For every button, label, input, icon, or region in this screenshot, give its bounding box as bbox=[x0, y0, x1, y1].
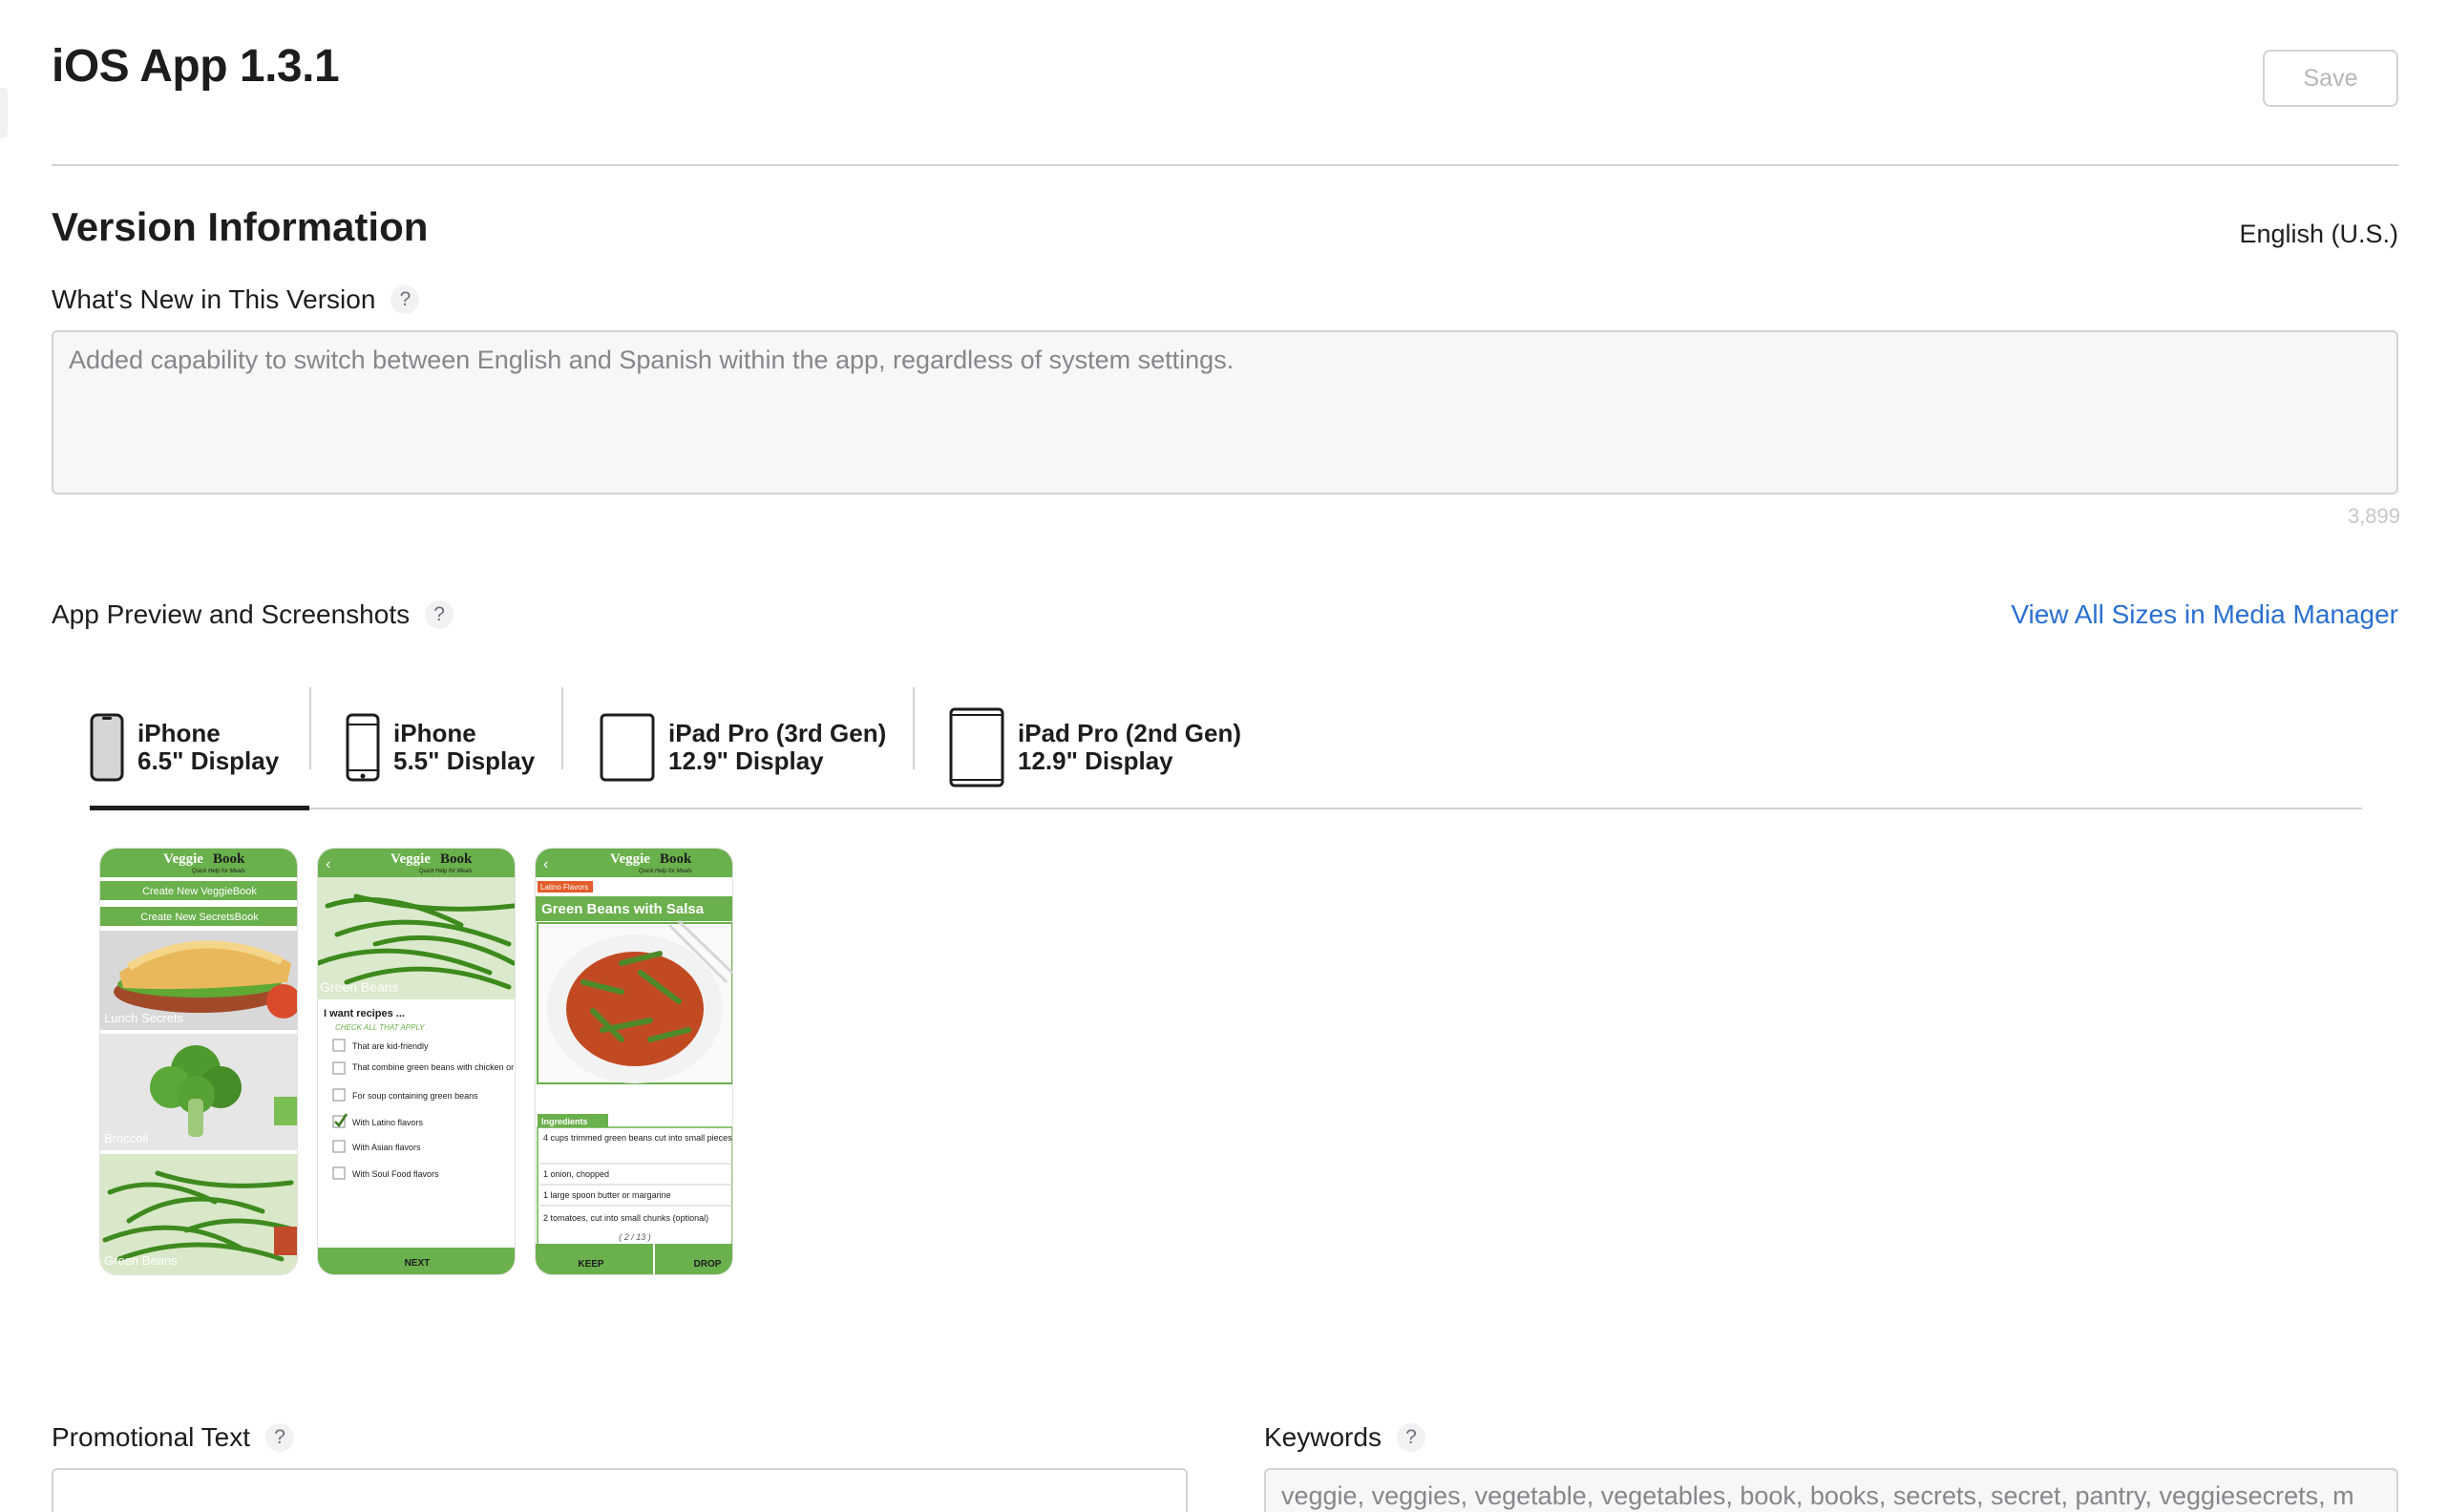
tagline: Quick Help for Meals bbox=[192, 869, 245, 874]
tab-separator bbox=[561, 687, 563, 769]
brand-book: Book bbox=[440, 851, 473, 867]
iphone-icon bbox=[90, 713, 124, 782]
screenshot-3-image: ‹ Veggie Book Quick Help for Meals Latin… bbox=[536, 849, 732, 1274]
tab-ipad-2nd[interactable]: iPad Pro (2nd Gen) 12.9" Display bbox=[949, 687, 1241, 808]
brand-veggie: Veggie bbox=[390, 851, 431, 867]
char-count: 3,899 bbox=[2347, 504, 2400, 528]
recipe-title: Green Beans with Salsa bbox=[541, 901, 705, 917]
screenshot-2[interactable]: ‹ Veggie Book Quick Help for Meals Green… bbox=[317, 848, 516, 1275]
tab-iphone-65[interactable]: iPhone 6.5" Display bbox=[90, 687, 279, 808]
hero-label: Green Beans bbox=[320, 979, 399, 995]
ingredient-2: 1 onion, chopped bbox=[543, 1169, 609, 1179]
keywords-input[interactable]: veggie, veggies, vegetable, vegetables, … bbox=[1264, 1468, 2398, 1512]
brand-veggie: Veggie bbox=[163, 851, 203, 867]
tile-label-lunch: Lunch Secrets bbox=[104, 1011, 184, 1025]
keywords-label-text: Keywords bbox=[1264, 1422, 1382, 1452]
selected-tab-indicator bbox=[90, 806, 309, 810]
check-all-label: CHECK ALL THAT APPLY bbox=[335, 1023, 425, 1032]
tagline: Quick Help for Meals bbox=[639, 869, 692, 874]
tab-line1: iPhone bbox=[393, 718, 476, 747]
ingredient-4: 2 tomatoes, cut into small chunks (optio… bbox=[543, 1213, 708, 1223]
tab-line1: iPhone bbox=[137, 718, 221, 747]
screenshot-1-image: Veggie Book Quick Help for Meals Create … bbox=[100, 849, 297, 1274]
page-title: iOS App 1.3.1 bbox=[52, 41, 340, 92]
media-label-text: App Preview and Screenshots bbox=[52, 599, 411, 629]
screenshot-1[interactable]: Veggie Book Quick Help for Meals Create … bbox=[99, 848, 298, 1275]
language-selector[interactable]: English (U.S.) bbox=[2239, 220, 2398, 249]
screenshot-2-image: ‹ Veggie Book Quick Help for Meals Green… bbox=[318, 849, 516, 1274]
next-label: NEXT bbox=[405, 1258, 431, 1269]
promo-text-input[interactable] bbox=[52, 1468, 1188, 1512]
help-icon[interactable]: ? bbox=[425, 600, 454, 629]
tag-label: Latino Flavors bbox=[540, 883, 588, 892]
sidebar-edge bbox=[0, 88, 8, 137]
keywords-label: Keywords ? bbox=[1264, 1422, 1425, 1453]
option-1: That are kid-friendly bbox=[352, 1041, 429, 1051]
create-veggiebook-label: Create New VeggieBook bbox=[142, 886, 257, 897]
tagline: Quick Help for Meals bbox=[419, 869, 473, 874]
option-3: For soup containing green beans bbox=[352, 1091, 478, 1101]
tab-line2: 12.9" Display bbox=[668, 746, 824, 775]
option-6: With Soul Food flavors bbox=[352, 1169, 439, 1179]
back-icon: ‹ bbox=[543, 856, 548, 872]
tab-iphone-55[interactable]: iPhone 5.5" Display bbox=[346, 687, 535, 808]
want-recipes: I want recipes ... bbox=[324, 1008, 405, 1019]
help-icon[interactable]: ? bbox=[1396, 1423, 1425, 1452]
ingredients-label: Ingredients bbox=[541, 1117, 588, 1126]
tab-line2: 5.5" Display bbox=[393, 746, 536, 775]
screenshot-3[interactable]: ‹ Veggie Book Quick Help for Meals Latin… bbox=[535, 848, 733, 1275]
save-button[interactable]: Save bbox=[2263, 50, 2398, 107]
whats-new-textarea[interactable]: Added capability to switch between Engli… bbox=[52, 330, 2398, 494]
tile-label-broccoli: Broccoli bbox=[104, 1131, 148, 1145]
option-2: That combine green beans with chicken or… bbox=[352, 1062, 516, 1072]
brand-book: Book bbox=[213, 851, 245, 867]
back-icon: ‹ bbox=[326, 856, 330, 872]
brand-book: Book bbox=[660, 851, 692, 867]
screenshot-strip: Veggie Book Quick Help for Meals Create … bbox=[99, 848, 733, 1275]
ipad-icon bbox=[600, 713, 655, 782]
ingredient-1: 4 cups trimmed green beans cut into smal… bbox=[543, 1133, 732, 1143]
media-label: App Preview and Screenshots ? bbox=[52, 599, 454, 630]
whats-new-label: What's New in This Version ? bbox=[52, 284, 420, 315]
tab-separator bbox=[309, 687, 311, 769]
brand-veggie: Veggie bbox=[610, 851, 650, 867]
ingredient-3: 1 large spoon butter or margarine bbox=[543, 1190, 671, 1200]
create-secretsbook-label: Create New SecretsBook bbox=[140, 912, 259, 923]
section-title: Version Information bbox=[52, 204, 429, 249]
pager: ( 2 / 13 ) bbox=[619, 1232, 651, 1242]
option-5: With Asian flavors bbox=[352, 1143, 421, 1152]
tab-line1: iPad Pro (2nd Gen) bbox=[1018, 718, 1242, 747]
option-4: With Latino flavors bbox=[352, 1118, 424, 1127]
promo-label-text: Promotional Text bbox=[52, 1422, 251, 1452]
device-tabs: iPhone 6.5" Display iPhone 5.5" Display … bbox=[90, 680, 2362, 810]
keep-label: KEEP bbox=[578, 1259, 604, 1270]
whats-new-label-text: What's New in This Version bbox=[52, 284, 376, 314]
tab-line1: iPad Pro (3rd Gen) bbox=[668, 718, 887, 747]
media-manager-link[interactable]: View All Sizes in Media Manager bbox=[2011, 599, 2398, 630]
drop-label: DROP bbox=[694, 1259, 722, 1270]
tab-line2: 12.9" Display bbox=[1018, 746, 1173, 775]
ipad-icon bbox=[949, 707, 1004, 788]
tab-line2: 6.5" Display bbox=[137, 746, 280, 775]
tab-ipad-3rd[interactable]: iPad Pro (3rd Gen) 12.9" Display bbox=[600, 687, 886, 808]
tile-label-green-beans: Green Beans bbox=[104, 1253, 178, 1268]
promo-label: Promotional Text ? bbox=[52, 1422, 295, 1453]
help-icon[interactable]: ? bbox=[265, 1423, 295, 1452]
help-icon[interactable]: ? bbox=[390, 285, 420, 314]
tab-separator bbox=[913, 687, 915, 769]
divider bbox=[52, 164, 2398, 166]
iphone-icon bbox=[346, 713, 380, 782]
